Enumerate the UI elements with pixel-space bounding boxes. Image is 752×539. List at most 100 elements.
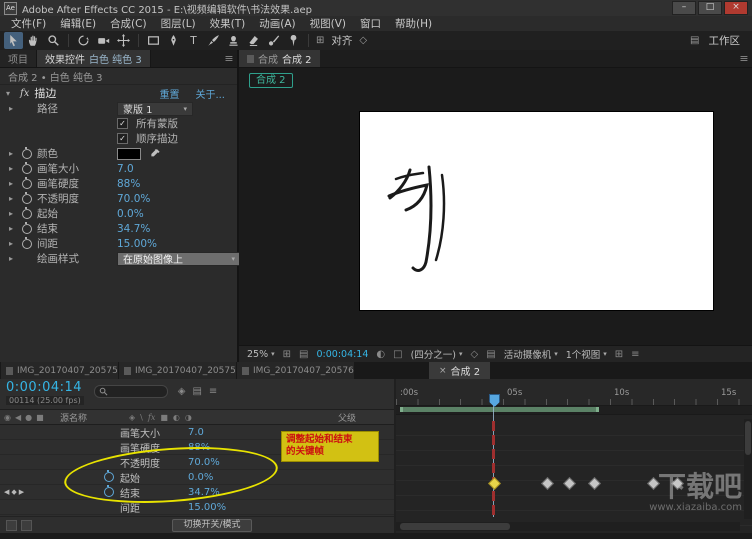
effect-property-value[interactable]: 7.0 (117, 163, 134, 175)
effect-property-value[interactable]: 88% (117, 178, 140, 190)
menu-item[interactable]: 文件(F) (4, 16, 53, 31)
timeline-tab[interactable]: IMG_20170407_205758 (1, 362, 118, 379)
twirl-icon[interactable]: ▸ (6, 224, 16, 233)
stopwatch-icon[interactable] (21, 221, 32, 234)
menu-item[interactable]: 合成(C) (103, 16, 154, 31)
property-value[interactable]: 34.7% (188, 487, 220, 498)
scrollbar-handle[interactable] (745, 421, 751, 455)
grid-guides-icon[interactable]: ⊞ (283, 349, 291, 360)
keyframe-next-icon[interactable]: ▶ (19, 488, 24, 496)
about-link[interactable]: 关于... (195, 86, 225, 101)
property-value[interactable]: 15.00% (188, 502, 226, 513)
menu-item[interactable]: 图层(L) (154, 16, 203, 31)
minimize-button[interactable]: – (672, 1, 696, 15)
stopwatch-icon[interactable] (21, 176, 32, 189)
selection-tool[interactable] (4, 32, 23, 49)
motion-blur-icon[interactable]: ◐ (173, 413, 180, 422)
eyedropper-icon[interactable] (150, 148, 161, 159)
panel-menu-icon[interactable]: ≡ (736, 50, 752, 67)
tab-composition[interactable]: 合成 合成 2 (239, 50, 320, 67)
effect-property-value[interactable]: 70.0% (117, 193, 150, 205)
twirl-open-icon[interactable]: ▾ (6, 89, 15, 98)
keyframe-prev-icon[interactable]: ◀ (4, 488, 9, 496)
effect-property-value[interactable]: 0.0% (117, 208, 144, 220)
view-layout-menu[interactable]: 1个视图 ▾ (566, 347, 607, 361)
roto-brush-tool[interactable] (264, 32, 283, 49)
horizontal-scrollbar[interactable] (396, 522, 740, 531)
zoom-tool[interactable] (44, 32, 63, 49)
region-of-interest-icon[interactable]: ◇ (471, 349, 479, 360)
menu-item[interactable]: 帮助(H) (388, 16, 439, 31)
column-parent[interactable]: 父级 (338, 411, 356, 424)
timeline-tab[interactable]: IMG_20170407_205760 (237, 362, 354, 379)
current-timecode[interactable]: 0:00:04:14 (6, 381, 84, 394)
quality-icon[interactable]: \ (140, 413, 143, 422)
graph-editor-icon[interactable]: ≡ (209, 386, 217, 397)
menu-item[interactable]: 视图(V) (303, 16, 353, 31)
effect-property-value[interactable]: 15.00% (117, 238, 157, 250)
timeline-tab[interactable]: × 合成 2 (429, 362, 491, 379)
3d-switch-icon[interactable]: ◑ (185, 413, 192, 422)
mask-visibility-icon[interactable]: ▤ (299, 349, 308, 360)
panel-menu-icon[interactable]: ≡ (221, 50, 237, 67)
checkbox-icon[interactable]: ✓ (117, 118, 128, 129)
toggle-switches-button[interactable]: 切换开关/模式 (172, 518, 252, 532)
reset-link[interactable]: 重置 (159, 86, 179, 101)
type-tool[interactable]: T (184, 32, 203, 49)
pan-behind-tool[interactable] (114, 32, 133, 49)
eraser-tool[interactable] (244, 32, 263, 49)
brush-tool[interactable] (204, 32, 223, 49)
stopwatch-icon[interactable] (21, 191, 32, 204)
maximize-button[interactable]: □ (698, 1, 722, 15)
fast-preview-icon[interactable]: ≡ (631, 349, 639, 360)
preview-timecode[interactable]: 0:00:04:14 (316, 349, 368, 360)
work-area-bar[interactable] (400, 407, 599, 412)
shy-icon[interactable]: ◈ (129, 413, 135, 422)
comp-navigator-badge[interactable]: 合成 2 (249, 73, 293, 88)
keyframe-diamond-icon[interactable]: ◆ (11, 488, 16, 496)
color-swatch[interactable] (117, 147, 141, 160)
frame-blend-icon[interactable]: ■ (160, 413, 168, 422)
pixel-aspect-icon[interactable]: ⊞ (615, 349, 623, 360)
twirl-icon[interactable]: ▸ (6, 164, 16, 173)
stopwatch-icon[interactable] (21, 161, 32, 174)
time-ruler[interactable]: :00s 05s 10s 15s (396, 379, 752, 406)
snapshot-icon[interactable]: ◐ (376, 349, 385, 360)
composition-canvas[interactable] (360, 112, 713, 310)
scrollbar-handle[interactable] (400, 523, 510, 530)
property-value[interactable]: 70.0% (188, 457, 220, 468)
timeline-search-input[interactable] (93, 385, 168, 398)
expand-inout-icon[interactable] (21, 519, 32, 531)
twirl-icon[interactable]: ▸ (6, 254, 16, 263)
align-label[interactable]: 对齐 (331, 33, 352, 48)
snap-icon[interactable]: ⊞ (316, 35, 324, 46)
transparency-grid-icon[interactable]: ▤ (486, 349, 495, 360)
pen-tool[interactable] (164, 32, 183, 49)
property-value[interactable]: 0.0% (188, 472, 213, 483)
eye-icon[interactable]: ◉ (4, 413, 11, 422)
resolution-menu[interactable]: (四分之一) ▾ (411, 347, 463, 361)
dropdown-select[interactable]: 在原始图像上 ▾ (117, 251, 241, 266)
mini-flowchart-icon[interactable]: ◈ (178, 386, 186, 397)
stopwatch-icon[interactable] (104, 485, 114, 497)
show-channel-icon[interactable]: □ (393, 349, 402, 360)
property-value[interactable]: 88% (188, 442, 210, 453)
menu-item[interactable]: 效果(T) (203, 16, 253, 31)
stopwatch-icon[interactable] (21, 146, 32, 159)
property-value[interactable]: 7.0 (188, 427, 204, 438)
twirl-icon[interactable]: ▸ (6, 179, 16, 188)
tab-effect-controls[interactable]: 效果控件 白色 纯色 3 (37, 50, 151, 67)
menu-item[interactable]: 编辑(E) (53, 16, 103, 31)
magnification-menu[interactable]: 25% ▾ (247, 349, 275, 360)
hand-tool[interactable] (24, 32, 43, 49)
clone-stamp-tool[interactable] (224, 32, 243, 49)
camera-menu[interactable]: 活动摄像机 ▾ (504, 347, 558, 361)
solo-icon[interactable]: ● (25, 413, 32, 422)
checkbox-icon[interactable]: ✓ (117, 133, 128, 144)
effect-property-value[interactable]: 34.7% (117, 223, 150, 235)
puppet-pin-tool[interactable] (284, 32, 303, 49)
draft-3d-icon[interactable]: ▤ (192, 386, 201, 397)
mask-feather-icon[interactable]: ◇ (359, 35, 367, 46)
twirl-icon[interactable]: ▸ (6, 149, 16, 158)
workspace-switcher[interactable]: ▤ 工作区 (688, 33, 748, 48)
